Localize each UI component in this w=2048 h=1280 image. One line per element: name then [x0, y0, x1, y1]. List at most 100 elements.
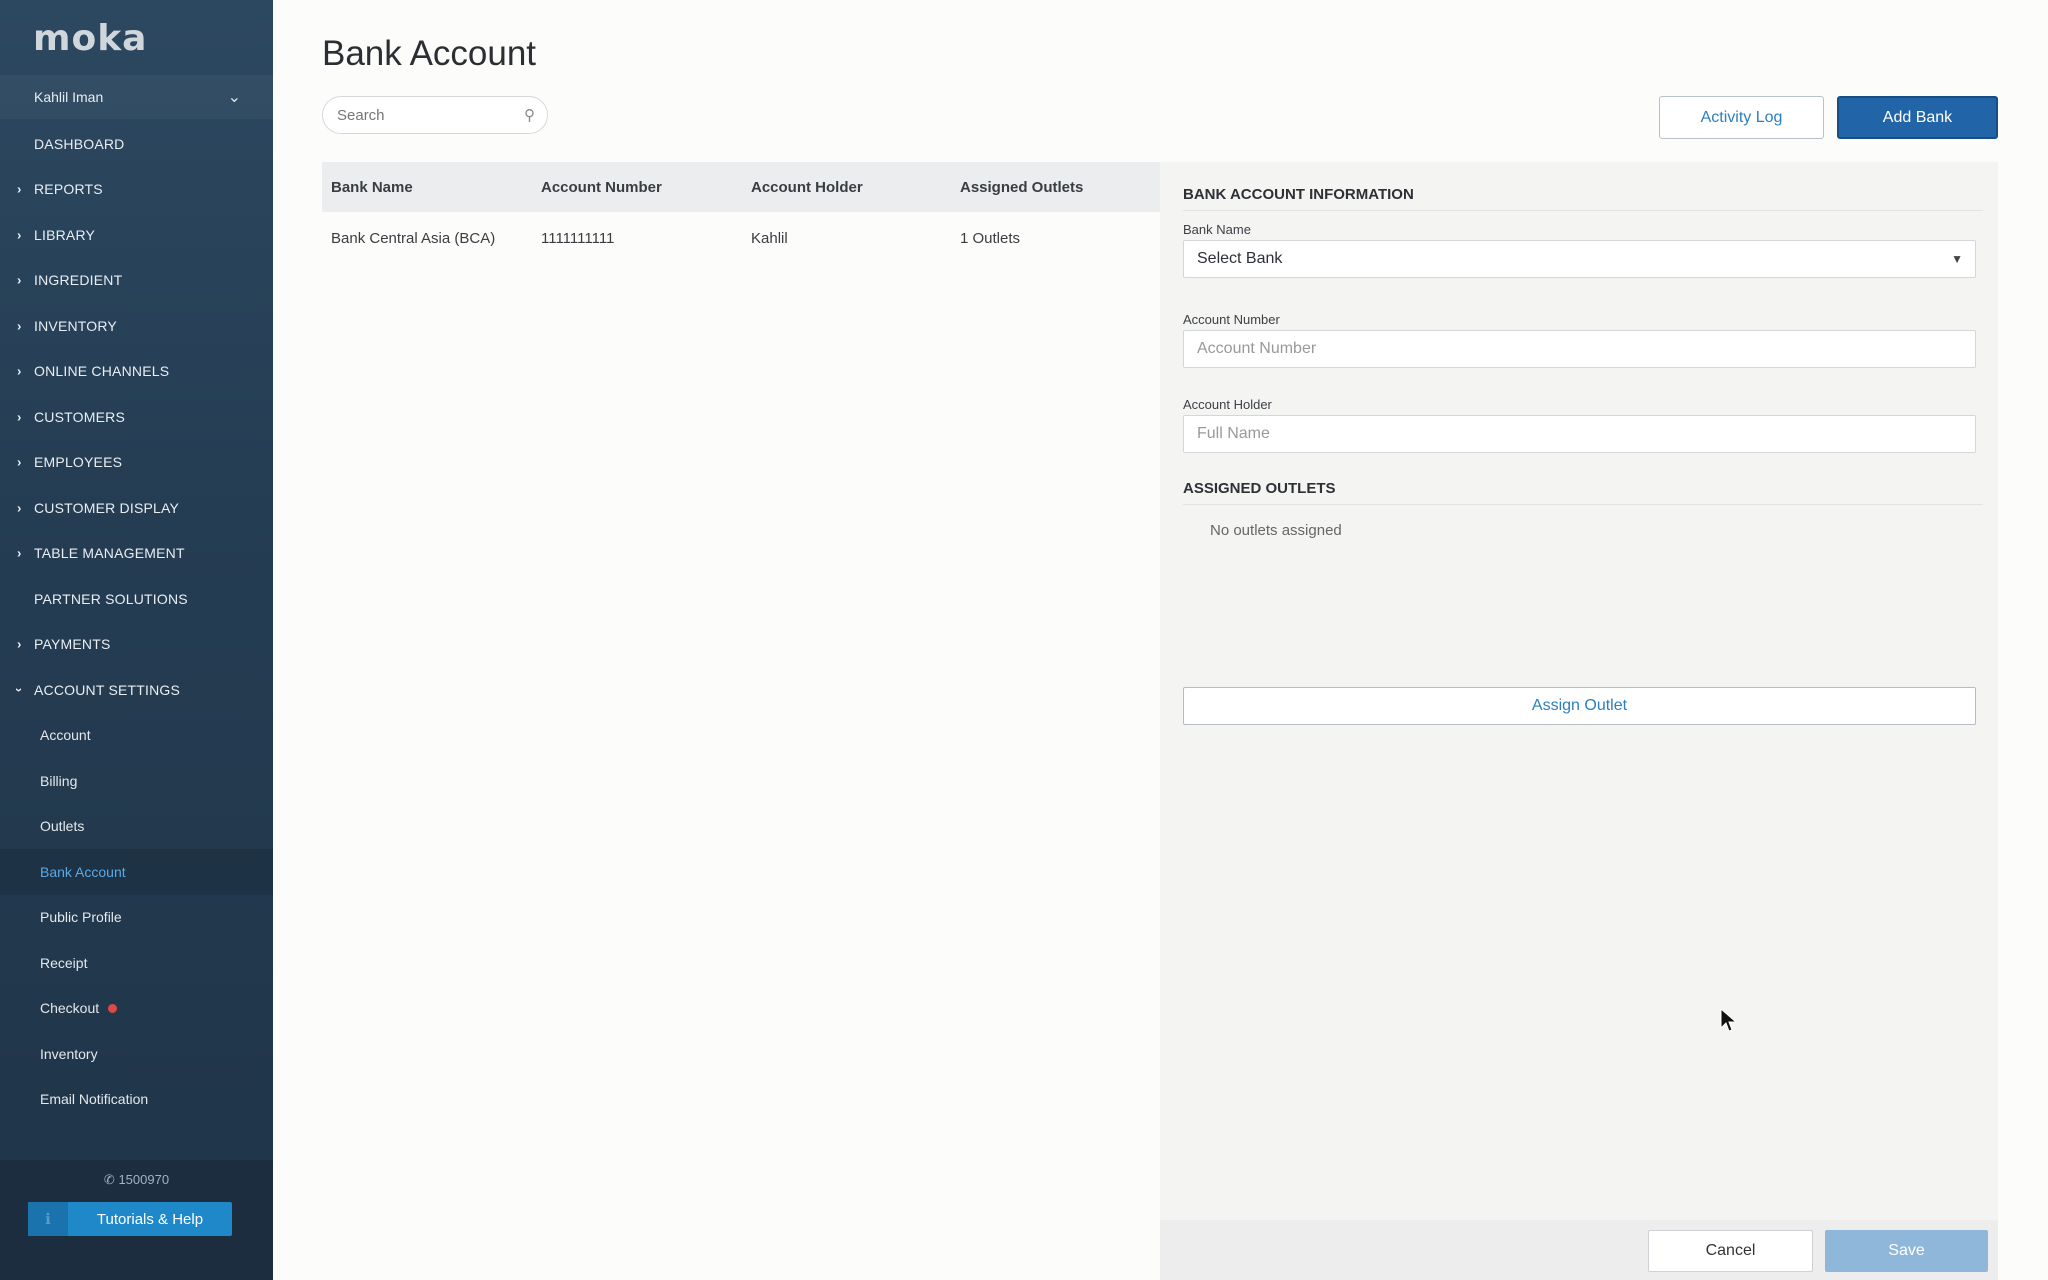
chevron-right-icon: ›	[17, 227, 22, 243]
sidebar-subitem-outlets[interactable]: Outlets	[0, 804, 273, 850]
sidebar: moka Kahlil Iman ⌄ DASHBOARD › REPORTS ›…	[0, 0, 273, 1280]
sidebar-item-label: INVENTORY	[34, 317, 117, 334]
sidebar-item-label: REPORTS	[34, 181, 103, 198]
cell-account-number: 1111111111	[541, 229, 615, 247]
sidebar-item-payments[interactable]: › PAYMENTS	[0, 622, 273, 668]
sidebar-item-partner-solutions[interactable]: PARTNER SOLUTIONS	[0, 576, 273, 622]
table-row[interactable]: Bank Central Asia (BCA) 1111111111 Kahli…	[322, 212, 1160, 264]
moka-logo: moka	[33, 18, 148, 59]
sidebar-item-account-settings[interactable]: › ACCOUNT SETTINGS	[0, 667, 273, 713]
sidebar-subitem-label: Outlets	[40, 818, 85, 835]
divider	[1183, 210, 1983, 211]
sidebar-subitem-checkout[interactable]: Checkout	[0, 986, 273, 1032]
notification-dot	[108, 1003, 118, 1013]
sidebar-item-label: INGREDIENT	[34, 272, 123, 289]
chevron-right-icon: ›	[17, 454, 22, 470]
sidebar-item-table-management[interactable]: › TABLE MANAGEMENT	[0, 531, 273, 577]
chevron-right-icon: ›	[17, 545, 22, 561]
sidebar-subitem-label: Bank Account	[40, 863, 126, 880]
chevron-right-icon: ›	[17, 181, 22, 197]
bank-name-label: Bank Name	[1183, 222, 1251, 237]
table-header: Bank Name Account Number Account Holder …	[322, 162, 1160, 212]
header-account-number[interactable]: Account Number	[532, 179, 742, 196]
no-outlets-message: No outlets assigned	[1210, 522, 1342, 539]
sidebar-item-label: PAYMENTS	[34, 636, 111, 653]
bank-name-select[interactable]: Select Bank ▼	[1183, 240, 1976, 278]
sidebar-subitem-label: Public Profile	[40, 909, 122, 926]
sidebar-subitem-label: Billing	[40, 772, 78, 789]
sidebar-item-reports[interactable]: › REPORTS	[0, 167, 273, 213]
chevron-right-icon: ›	[17, 409, 22, 425]
sidebar-subitem-public-profile[interactable]: Public Profile	[0, 895, 273, 941]
chevron-right-icon: ›	[17, 318, 22, 334]
cell-assigned-outlets: 1 Outlets	[960, 229, 1021, 247]
header-bank-name[interactable]: Bank Name	[322, 179, 532, 196]
sidebar-subitem-receipt[interactable]: Receipt	[0, 940, 273, 986]
sidebar-item-customer-display[interactable]: › CUSTOMER DISPLAY	[0, 485, 273, 531]
save-button[interactable]: Save	[1825, 1230, 1988, 1272]
cell-bank-name: Bank Central Asia (BCA)	[331, 229, 496, 247]
cancel-button[interactable]: Cancel	[1648, 1230, 1813, 1272]
sidebar-item-label: ONLINE CHANNELS	[34, 363, 170, 380]
help-button-label: Tutorials & Help	[96, 1210, 204, 1228]
chevron-right-icon: ›	[17, 500, 22, 516]
sidebar-item-library[interactable]: › LIBRARY	[0, 212, 273, 258]
chevron-right-icon: ›	[17, 363, 22, 379]
header-account-holder[interactable]: Account Holder	[742, 179, 951, 196]
sidebar-subitem-billing[interactable]: Billing	[0, 758, 273, 804]
user-menu[interactable]: Kahlil Iman ⌄	[0, 75, 273, 119]
caret-down-icon: ▼	[1951, 252, 1963, 266]
sidebar-item-ingredient[interactable]: › INGREDIENT	[0, 258, 273, 304]
divider	[1183, 504, 1983, 505]
account-number-label: Account Number	[1183, 312, 1280, 327]
sidebar-item-label: DASHBOARD	[34, 135, 125, 152]
sidebar-item-inventory[interactable]: › INVENTORY	[0, 303, 273, 349]
sidebar-item-dashboard[interactable]: DASHBOARD	[0, 121, 273, 167]
search-box[interactable]: ⚲	[322, 96, 548, 134]
sidebar-subitem-account[interactable]: Account	[0, 713, 273, 759]
sidebar-item-label: CUSTOMER DISPLAY	[34, 499, 180, 516]
sidebar-subitem-label: Account	[40, 727, 91, 744]
sidebar-subitem-label: Inventory	[40, 1045, 98, 1062]
sidebar-item-label: TABLE MANAGEMENT	[34, 545, 185, 562]
support-phone: ✆ 1500970	[0, 1172, 273, 1188]
add-bank-button[interactable]: Add Bank	[1837, 96, 1998, 139]
search-input[interactable]	[337, 106, 507, 124]
account-holder-label: Account Holder	[1183, 397, 1272, 412]
bank-account-form-panel: BANK ACCOUNT INFORMATION Bank Name Selec…	[1160, 162, 1998, 1280]
header-assigned-outlets[interactable]: Assigned Outlets	[951, 179, 1160, 196]
sidebar-item-label: CUSTOMERS	[34, 408, 125, 425]
account-holder-field[interactable]: Full Name	[1183, 415, 1976, 453]
tutorials-help-button[interactable]: ℹ Tutorials & Help	[28, 1202, 232, 1236]
section-title-bank-info: BANK ACCOUNT INFORMATION	[1183, 186, 1414, 203]
section-title-assigned-outlets: ASSIGNED OUTLETS	[1183, 480, 1336, 497]
phone-icon: ✆	[103, 1172, 115, 1187]
page-title: Bank Account	[322, 34, 537, 73]
sidebar-item-label: ACCOUNT SETTINGS	[34, 681, 181, 698]
assign-outlet-button[interactable]: Assign Outlet	[1183, 687, 1976, 725]
sidebar-item-label: PARTNER SOLUTIONS	[34, 590, 188, 607]
search-icon[interactable]: ⚲	[524, 106, 535, 124]
sidebar-nav: DASHBOARD › REPORTS › LIBRARY › INGREDIE…	[0, 121, 273, 1122]
sidebar-item-online-channels[interactable]: › ONLINE CHANNELS	[0, 349, 273, 395]
sidebar-item-label: LIBRARY	[34, 226, 96, 243]
sidebar-subitem-label: Receipt	[40, 954, 88, 971]
sidebar-subitem-bank-account[interactable]: Bank Account	[0, 849, 273, 895]
account-number-field[interactable]: Account Number	[1183, 330, 1976, 368]
sidebar-footer: ✆ 1500970 ℹ Tutorials & Help	[0, 1160, 273, 1280]
sidebar-item-label: EMPLOYEES	[34, 454, 123, 471]
activity-log-button[interactable]: Activity Log	[1659, 96, 1824, 139]
sidebar-subitem-label: Email Notification	[40, 1091, 149, 1108]
sidebar-subitem-label: Checkout	[40, 1000, 100, 1017]
chevron-right-icon: ›	[17, 636, 22, 652]
sidebar-item-customers[interactable]: › CUSTOMERS	[0, 394, 273, 440]
sidebar-subitem-email-notification[interactable]: Email Notification	[0, 1077, 273, 1123]
phone-number: 1500970	[118, 1172, 170, 1187]
account-holder-placeholder: Full Name	[1197, 425, 1270, 442]
sidebar-item-employees[interactable]: › EMPLOYEES	[0, 440, 273, 486]
user-name: Kahlil Iman	[34, 89, 104, 105]
info-icon: ℹ	[28, 1202, 68, 1236]
chevron-down-icon: ⌄	[227, 89, 241, 106]
sidebar-subitem-inventory[interactable]: Inventory	[0, 1031, 273, 1077]
bank-table: Bank Name Account Number Account Holder …	[322, 162, 1160, 264]
